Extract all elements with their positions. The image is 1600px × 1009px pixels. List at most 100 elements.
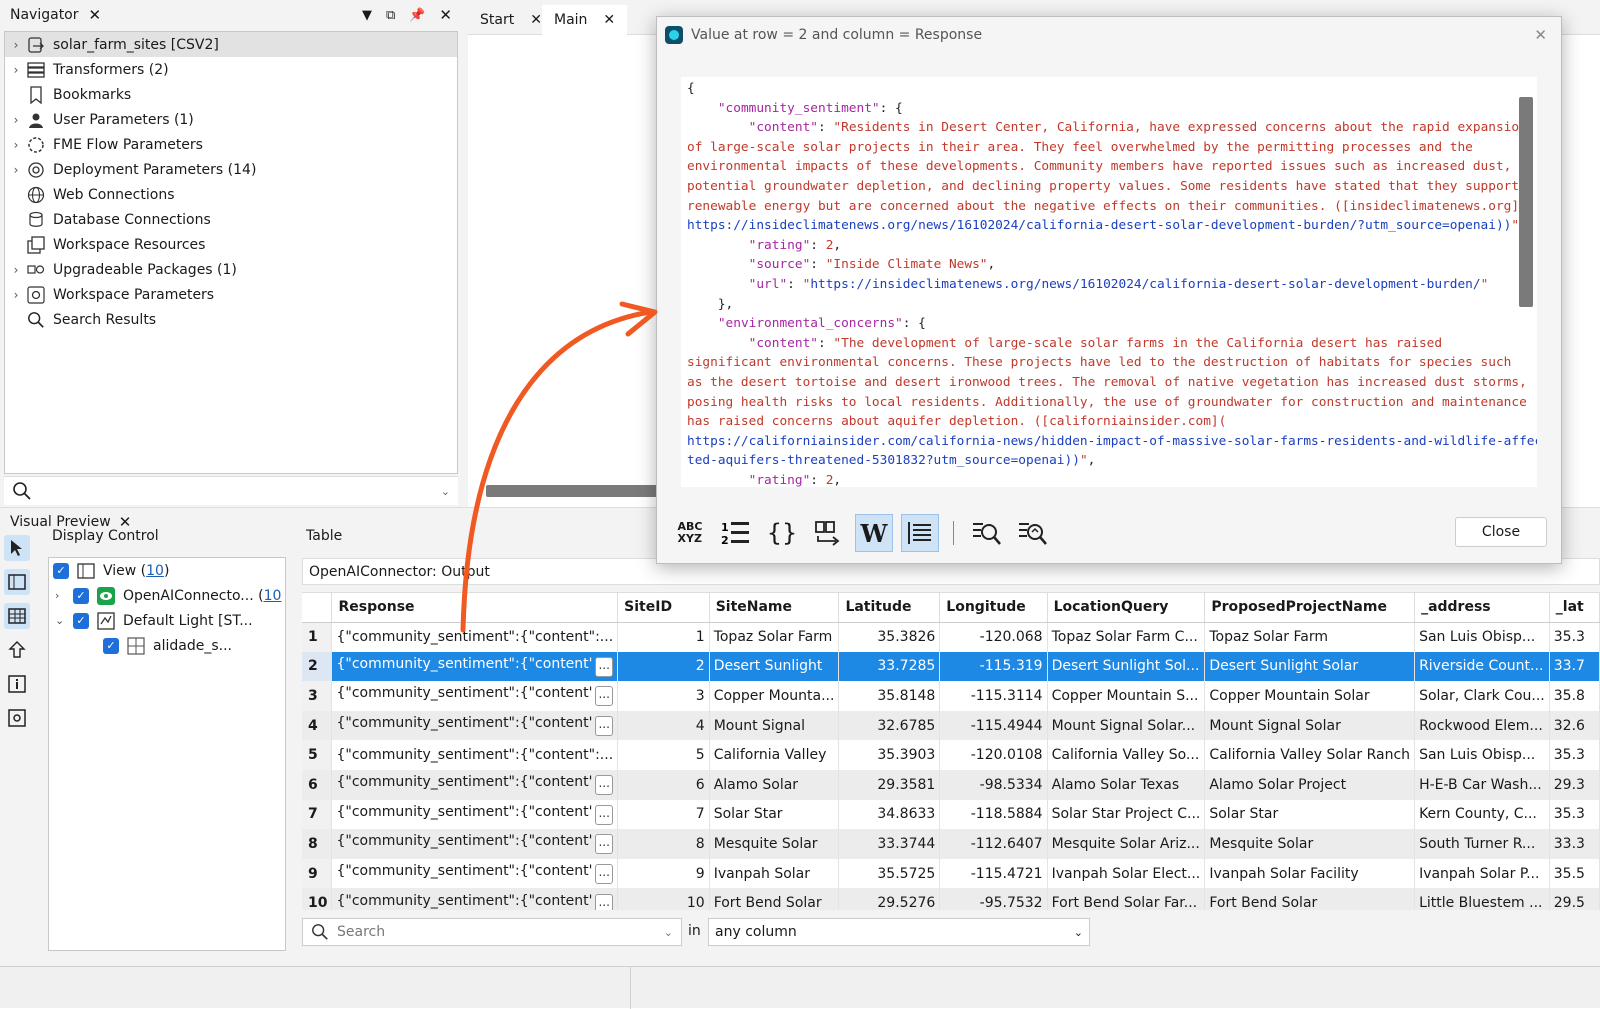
row-number[interactable]: 1 [302,622,333,652]
expand-value-button[interactable]: ... [595,834,614,855]
latitude-cell[interactable]: 29.3581 [838,769,941,800]
lat-cell[interactable]: 35.3 [1549,622,1600,652]
address-cell[interactable]: H-E-B Car Wash... [1414,769,1550,800]
location-query-cell[interactable]: California Valley So... [1047,740,1206,770]
layer-basemap-row[interactable]: ⌄ ✓ Default Light [ST... [49,608,285,633]
site-id-cell[interactable]: 8 [617,829,710,859]
site-name-cell[interactable]: Fort Bend Solar [709,888,840,910]
braces-icon[interactable]: {} [763,514,801,552]
response-cell[interactable]: {"community_sentiment":{"content'... [331,858,619,889]
chevron-down-icon[interactable]: ⌄ [55,614,73,627]
navigator-item[interactable]: › solar_farm_sites [CSV2] [5,32,457,57]
chevron-right-icon[interactable]: › [5,38,27,52]
column-header[interactable] [302,593,333,623]
chevron-right-icon[interactable]: › [55,589,73,602]
location-query-cell[interactable]: Copper Mountain S... [1047,681,1206,711]
lat-cell[interactable]: 35.3 [1549,799,1600,830]
table-row[interactable]: 6 {"community_sentiment":{"content'... 6 Al… [302,769,1600,800]
horizontal-scrollbar[interactable] [486,485,666,497]
site-name-cell[interactable]: Solar Star [709,799,840,830]
column-header[interactable]: Longitude [939,593,1048,623]
tab-main[interactable]: Main ✕ [542,5,628,35]
response-cell[interactable]: {"community_sentiment":{"content'... [331,888,619,910]
find-icon[interactable] [968,514,1006,552]
address-cell[interactable]: Solar, Clark Cou... [1414,681,1550,711]
close-icon[interactable]: ✕ [1534,26,1547,44]
checkbox-icon[interactable]: ✓ [103,637,119,654]
project-name-cell[interactable]: Solar Star [1204,799,1416,830]
site-id-cell[interactable]: 2 [617,651,710,682]
info-icon[interactable] [4,671,30,697]
expand-value-button[interactable]: ... [595,686,614,707]
expand-value-button[interactable]: ... [595,775,614,796]
latitude-cell[interactable]: 29.5276 [838,888,941,910]
navigator-item[interactable]: Database Connections [5,207,457,232]
address-cell[interactable]: Kern County, C... [1414,799,1550,830]
project-name-cell[interactable]: Copper Mountain Solar [1204,681,1416,711]
close-icon[interactable]: ✕ [89,6,102,24]
latitude-cell[interactable]: 35.3826 [838,622,941,652]
longitude-cell[interactable]: -120.0108 [939,740,1048,770]
layer-count-link[interactable]: 10 [264,588,282,604]
longitude-cell[interactable]: -95.7532 [939,888,1048,910]
location-query-cell[interactable]: Fort Bend Solar Far... [1047,888,1206,910]
project-name-cell[interactable]: Fort Bend Solar [1204,888,1416,910]
dropdown-icon[interactable]: ▼ [362,8,372,23]
chevron-right-icon[interactable]: › [5,163,27,177]
lat-cell[interactable]: 33.3 [1549,829,1600,859]
project-name-cell[interactable]: California Valley Solar Ranch [1204,740,1416,770]
address-cell[interactable]: San Luis Obisp... [1414,740,1550,770]
site-name-cell[interactable]: Alamo Solar [709,769,840,800]
view-row[interactable]: ✓ View ( 10 ) [49,558,285,583]
address-cell[interactable]: San Luis Obisp... [1414,622,1550,652]
site-id-cell[interactable]: 6 [617,769,710,800]
dialog-titlebar[interactable]: Value at row = 2 and column = Response ✕ [657,17,1561,53]
json-viewer[interactable]: { "community_sentiment": { "content": "R… [681,77,1537,487]
chevron-right-icon[interactable]: › [5,113,27,127]
navigator-item[interactable]: › User Parameters (1) [5,107,457,132]
row-number[interactable]: 2 [302,651,333,682]
address-cell[interactable]: South Turner R... [1414,829,1550,859]
chevron-down-icon[interactable]: ⌄ [664,926,673,939]
response-cell[interactable]: {"community_sentiment":{"content'... [331,651,619,682]
project-name-cell[interactable]: Topaz Solar Farm [1204,622,1416,652]
row-number[interactable]: 6 [302,769,333,800]
project-name-cell[interactable]: Alamo Solar Project [1204,769,1416,800]
site-id-cell[interactable]: 10 [617,888,710,910]
location-query-cell[interactable]: Solar Star Project C... [1047,799,1206,830]
chevron-down-icon[interactable]: ⌄ [441,485,450,498]
row-number[interactable]: 10 [302,888,333,910]
navigator-search[interactable]: ⌄ [4,476,458,505]
display-control-icon[interactable] [4,569,30,595]
location-query-cell[interactable]: Ivanpah Solar Elect... [1047,858,1206,889]
project-name-cell[interactable]: Ivanpah Solar Facility [1204,858,1416,889]
navigator-item[interactable]: Bookmarks [5,82,457,107]
latitude-cell[interactable]: 33.7285 [838,651,941,682]
latitude-cell[interactable]: 33.3744 [838,829,941,859]
longitude-cell[interactable]: -115.319 [939,651,1048,682]
navigator-item[interactable]: › Workspace Parameters [5,282,457,307]
address-cell[interactable]: Ivanpah Solar P... [1414,858,1550,889]
longitude-cell[interactable]: -115.4721 [939,858,1048,889]
view-count-link[interactable]: 10 [146,563,164,579]
expand-value-button[interactable]: ... [595,656,614,677]
site-name-cell[interactable]: Mesquite Solar [709,829,840,859]
column-header[interactable]: LocationQuery [1047,593,1206,623]
navigator-item[interactable]: › FME Flow Parameters [5,132,457,157]
location-query-cell[interactable]: Mesquite Solar Ariz... [1047,829,1206,859]
response-cell[interactable]: {"community_sentiment":{"content'... [331,799,619,830]
location-query-cell[interactable]: Desert Sunlight Sol... [1047,651,1206,682]
chevron-right-icon[interactable]: › [5,288,27,302]
column-header[interactable]: SiteName [709,593,840,623]
response-cell[interactable]: {"community_sentiment":{"content'... [331,710,619,741]
lat-cell[interactable]: 32.6 [1549,710,1600,741]
chevron-right-icon[interactable]: › [5,263,27,277]
project-name-cell[interactable]: Mesquite Solar [1204,829,1416,859]
site-id-cell[interactable]: 1 [617,622,710,652]
site-name-cell[interactable]: Ivanpah Solar [709,858,840,889]
settings-icon[interactable] [4,705,30,731]
project-name-cell[interactable]: Mount Signal Solar [1204,710,1416,741]
table-row[interactable]: 3 {"community_sentiment":{"content'... 3 Co… [302,681,1600,711]
address-cell[interactable]: Riverside Count... [1414,651,1550,682]
layer-openai-row[interactable]: › ✓ OpenAIConnecto... ( 10 [49,583,285,608]
